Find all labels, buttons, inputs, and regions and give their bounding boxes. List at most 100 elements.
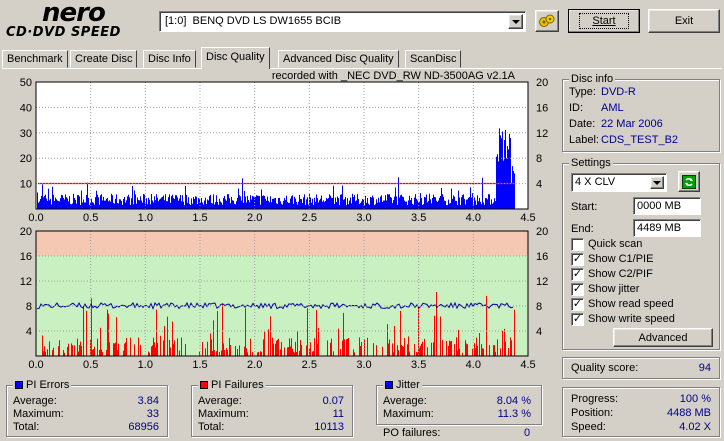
tab-label: ScanDisc (410, 53, 457, 65)
end-mb-input[interactable]: 4489 MB (633, 219, 701, 237)
pif-bar (226, 348, 227, 356)
pie-bar (409, 195, 410, 209)
pie-bar (263, 195, 264, 209)
pie-bar (461, 197, 462, 209)
pie-bar (296, 201, 297, 209)
y-left-tick-label: 12 (20, 276, 32, 288)
tab-scandisc[interactable]: ScanDisc (405, 50, 462, 68)
tab-advanced-disc-quality[interactable]: Advanced Disc Quality (278, 50, 399, 68)
checkbox-row[interactable]: ✓ Show C2/PIF (571, 268, 653, 281)
pie-bar (455, 200, 456, 209)
pie-bar (311, 202, 312, 209)
pie-bar (243, 202, 244, 209)
tab-benchmark[interactable]: Benchmark (2, 50, 68, 68)
exit-button[interactable]: Exit (648, 9, 720, 33)
pie-bar (139, 200, 140, 209)
progress-label: Progress: (571, 393, 619, 405)
pif-bar (177, 338, 178, 356)
pie-bar (237, 197, 238, 209)
advanced-button[interactable]: Advanced (613, 328, 713, 347)
pif-bar (211, 339, 212, 356)
pie-bar (462, 195, 463, 209)
pie-bar (186, 194, 187, 209)
pif-bar (343, 312, 344, 356)
checkbox-row[interactable]: ✓ Show C1/PIE (571, 253, 653, 266)
pie-bar (217, 202, 218, 209)
pie-bar (148, 197, 149, 209)
pie-bar (241, 200, 242, 209)
pif-bar (125, 342, 126, 356)
pif-bar (264, 331, 265, 356)
pie-bar (310, 197, 311, 209)
pie-bar (191, 198, 192, 209)
pif-bar (229, 337, 230, 356)
checkbox-row[interactable]: ✓ Show jitter (571, 283, 639, 296)
pie-bar (51, 204, 52, 209)
pif-bar (172, 321, 173, 356)
checkbox[interactable]: ✓ (571, 283, 584, 296)
tab-create-disc[interactable]: Create Disc (70, 50, 138, 68)
drive-select[interactable]: [1:0] BENQ DVD LS DW1655 BCIB (159, 11, 526, 32)
x-tick-label: 2.5 (302, 212, 317, 224)
tab-disc-quality[interactable]: Disc Quality (201, 47, 270, 69)
pif-bar (479, 333, 480, 356)
chevron-down-icon[interactable] (650, 176, 664, 189)
pie-bar (141, 200, 142, 209)
pif-bar (456, 337, 457, 356)
refresh-speeds-button[interactable] (678, 171, 700, 192)
pie-bar (91, 198, 92, 209)
checkbox[interactable]: ✓ (571, 313, 584, 326)
pie-bar (511, 182, 512, 209)
pie-bar (252, 195, 253, 209)
pie-bar (290, 198, 291, 209)
pif-bar (160, 335, 161, 356)
speed-select[interactable]: 4 X CLV (571, 173, 667, 192)
tab-disc-info[interactable]: Disc Info (143, 50, 196, 68)
checkbox-row[interactable]: ✓ Show read speed (571, 298, 674, 311)
pie-bar (351, 203, 352, 209)
start-button[interactable]: Start (568, 9, 640, 33)
pie-bar (165, 194, 166, 209)
drive-select-value: [1:0] BENQ DVD LS DW1655 BCIB (165, 15, 342, 27)
pie-bar (480, 201, 481, 209)
checkbox-row[interactable]: ✓ Show write speed (571, 313, 675, 326)
pie-bar (448, 199, 449, 209)
pie-bar (264, 195, 265, 209)
pie-bar (79, 196, 80, 209)
pif-bar (281, 341, 282, 356)
pie-bar (481, 204, 482, 209)
pif-bar (310, 342, 311, 356)
pie-total-label: Total: (13, 421, 40, 433)
pie-bar (132, 185, 133, 209)
checkbox[interactable]: ✓ (571, 253, 584, 266)
pie-bar (430, 199, 431, 209)
pie-bar (45, 194, 46, 209)
pie-bar (65, 194, 66, 209)
pie-bar (303, 197, 304, 209)
chevron-down-icon[interactable] (508, 14, 523, 29)
pie-bar (120, 199, 121, 209)
pie-bar (498, 161, 499, 209)
pie-bar (474, 197, 475, 209)
pie-bar (194, 198, 195, 209)
pie-bar (320, 198, 321, 209)
pif-bar (71, 343, 72, 356)
drive-settings-button[interactable] (535, 10, 559, 32)
pif-bar (403, 346, 404, 356)
pie-bar (166, 201, 167, 209)
tab-label: Advanced Disc Quality (283, 53, 394, 65)
pif-bar (476, 337, 477, 356)
checkbox[interactable] (571, 238, 584, 251)
checkbox[interactable]: ✓ (571, 298, 584, 311)
checkbox-row[interactable]: Quick scan (571, 238, 642, 251)
pie-bar (136, 203, 137, 209)
pie-bar (344, 199, 345, 209)
pie-bar (314, 197, 315, 209)
checkbox[interactable]: ✓ (571, 268, 584, 281)
checkbox-label: Show write speed (588, 313, 675, 325)
pie-bar (332, 198, 333, 209)
start-mb-input[interactable]: 0000 MB (633, 197, 701, 215)
pie-bar (442, 194, 443, 209)
pie-bar (508, 149, 509, 209)
pie-bar (69, 196, 70, 209)
